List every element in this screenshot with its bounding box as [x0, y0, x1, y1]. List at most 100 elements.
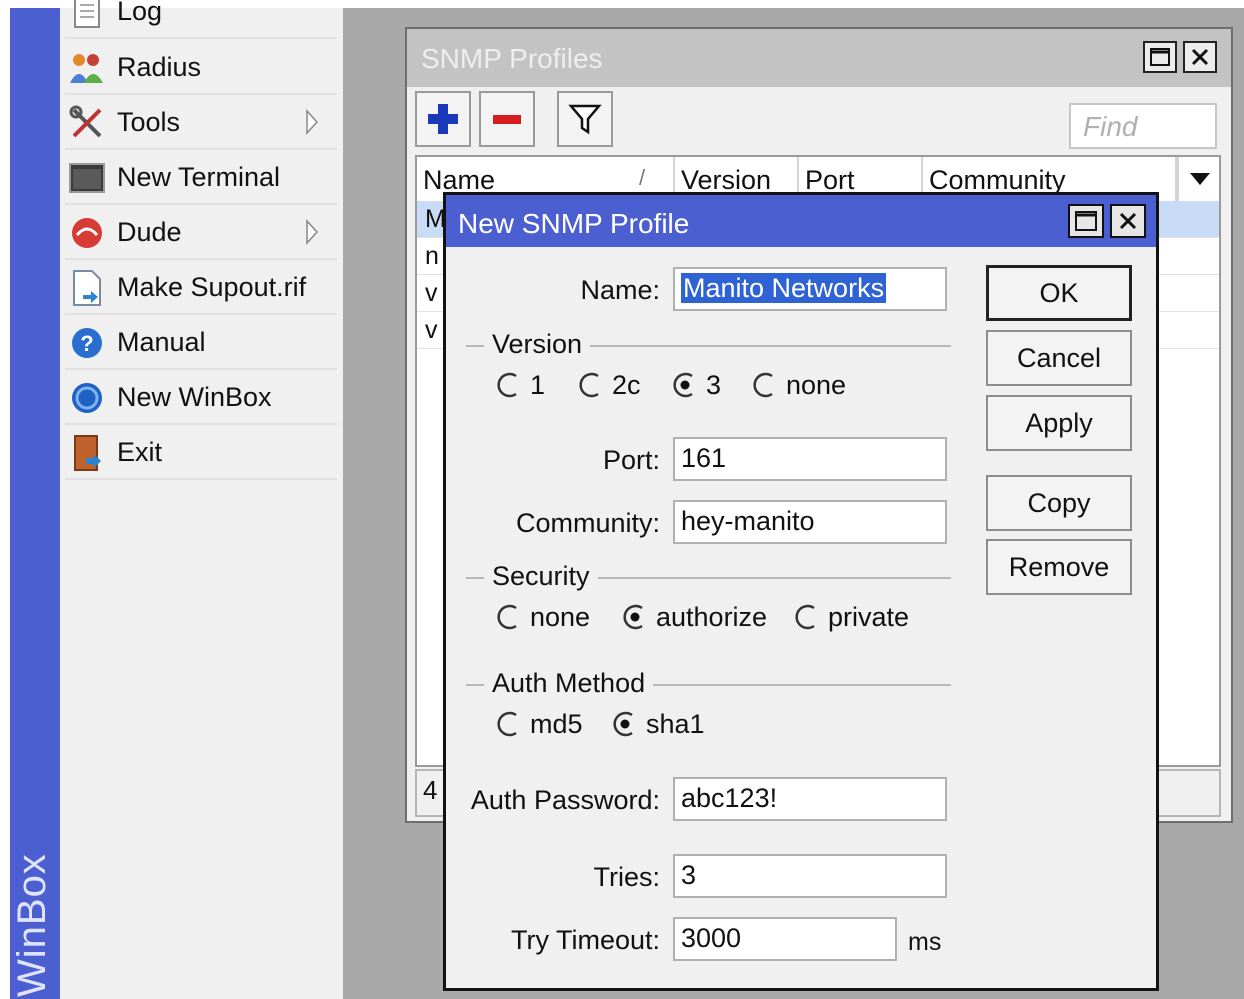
security-group: Security [466, 561, 951, 592]
menu-item-exit[interactable]: Exit [65, 427, 337, 480]
copy-button[interactable]: Copy [986, 475, 1132, 531]
dialog-close-button[interactable] [1110, 204, 1146, 238]
menu-item-label: Tools [117, 107, 181, 137]
column-menu-button[interactable] [1177, 157, 1221, 201]
terminal-icon [67, 158, 107, 198]
minus-icon [493, 115, 521, 124]
version-radio-3[interactable]: 3 [672, 367, 721, 403]
menu-item-label: New Terminal [117, 162, 281, 192]
close-icon [1191, 48, 1209, 66]
winbox-strip-label: WinBox [10, 853, 54, 997]
auth-method-group: Auth Method [466, 668, 951, 699]
security-group-label: Security [484, 561, 598, 592]
auth-radio-sha1[interactable]: sha1 [612, 706, 705, 742]
menu-item-label: New WinBox [117, 382, 272, 412]
maximize-icon [1150, 48, 1170, 66]
help-icon: ? [67, 323, 107, 363]
svg-text:?: ? [80, 331, 93, 356]
plus-icon [428, 104, 458, 134]
security-radio-private[interactable]: private [794, 599, 909, 635]
radio-checked-icon [622, 604, 648, 630]
row-name: v [425, 279, 438, 307]
exit-door-icon [67, 433, 107, 473]
dialog-title: New SNMP Profile [458, 208, 690, 239]
window-titlebar[interactable]: SNMP Profiles [407, 29, 1231, 87]
submenu-arrow-icon [305, 219, 319, 245]
supout-file-icon [67, 268, 107, 308]
tries-label: Tries: [593, 862, 661, 892]
radio-checked-icon [672, 372, 698, 398]
menu-item-label: Dude [117, 217, 182, 247]
timeout-unit: ms [908, 928, 942, 956]
menu-item-tools[interactable]: Tools [65, 97, 337, 150]
tries-field[interactable]: 3 [673, 854, 947, 898]
row-name: v [425, 316, 438, 344]
security-radio-none[interactable]: none [496, 599, 590, 635]
version-group: Version [466, 329, 951, 360]
radio-unchecked-icon [496, 711, 522, 737]
menu-item-manual[interactable]: ? Manual [65, 317, 337, 370]
version-group-label: Version [484, 329, 591, 360]
close-button[interactable] [1183, 41, 1217, 73]
window-title: SNMP Profiles [421, 43, 603, 74]
try-timeout-field[interactable]: 3000 [673, 917, 897, 961]
auth-password-field[interactable]: abc123! [673, 777, 947, 821]
port-field[interactable]: 161 [673, 437, 947, 481]
ok-button[interactable]: OK [986, 265, 1132, 321]
remove-item-button[interactable] [479, 91, 535, 147]
menu-item-label: Log [117, 0, 163, 26]
menu-item-log[interactable]: Log [65, 0, 337, 39]
community-field[interactable]: hey-manito [673, 500, 947, 544]
try-timeout-label: Try Timeout: [510, 925, 660, 955]
name-field[interactable]: Manito Networks [673, 267, 947, 311]
new-snmp-profile-dialog: New SNMP Profile Name: Manito Networks V… [443, 192, 1159, 991]
row-name: n [425, 242, 439, 270]
log-icon [67, 0, 107, 32]
radio-unchecked-icon [794, 604, 820, 630]
winbox-globe-icon [67, 378, 107, 418]
winbox-screen: { "strip": { "label": "WinBox", "color":… [0, 0, 1244, 999]
close-icon [1119, 212, 1137, 230]
maximize-icon [1075, 211, 1097, 231]
version-radio-2c[interactable]: 2c [578, 367, 641, 403]
version-radio-none[interactable]: none [752, 367, 846, 403]
menu-item-make-supout[interactable]: Make Supout.rif [65, 262, 337, 315]
item-count: 4 [423, 775, 438, 805]
radio-checked-icon [612, 711, 638, 737]
remove-button[interactable]: Remove [986, 539, 1132, 595]
cancel-button[interactable]: Cancel [986, 330, 1132, 386]
menu-item-label: Manual [117, 327, 206, 357]
auth-radio-md5[interactable]: md5 [496, 706, 583, 742]
radio-unchecked-icon [496, 372, 522, 398]
dude-icon [67, 213, 107, 253]
dialog-maximize-button[interactable] [1068, 204, 1104, 238]
tools-icon [67, 103, 107, 143]
filter-button[interactable] [557, 91, 613, 147]
version-radio-1[interactable]: 1 [496, 367, 545, 403]
radio-unchecked-icon [578, 372, 604, 398]
port-label: Port: [602, 445, 660, 475]
dropdown-arrow-icon [1190, 173, 1210, 185]
name-value: Manito Networks [681, 273, 887, 303]
menu-item-radius[interactable]: Radius [65, 42, 337, 95]
radio-unchecked-icon [752, 372, 778, 398]
menu-item-label: Radius [117, 52, 202, 82]
submenu-arrow-icon [305, 109, 319, 135]
find-input[interactable]: Find [1069, 103, 1217, 149]
name-label: Name: [580, 275, 660, 305]
menu-item-dude[interactable]: Dude [65, 207, 337, 260]
menu-item-new-terminal[interactable]: New Terminal [65, 152, 337, 205]
menu-item-label: Make Supout.rif [117, 272, 307, 302]
add-button[interactable] [415, 91, 471, 147]
menu-item-label: Exit [117, 437, 163, 467]
apply-button[interactable]: Apply [986, 395, 1132, 451]
dialog-titlebar[interactable]: New SNMP Profile [446, 195, 1156, 247]
radius-users-icon [67, 48, 107, 88]
auth-password-label: Auth Password: [470, 785, 660, 815]
security-radio-authorize[interactable]: authorize [622, 599, 767, 635]
menu-item-new-winbox[interactable]: New WinBox [65, 372, 337, 425]
community-label: Community: [515, 508, 660, 538]
maximize-button[interactable] [1143, 41, 1177, 73]
sort-indicator-icon: / [639, 165, 646, 190]
filter-icon [568, 104, 602, 135]
